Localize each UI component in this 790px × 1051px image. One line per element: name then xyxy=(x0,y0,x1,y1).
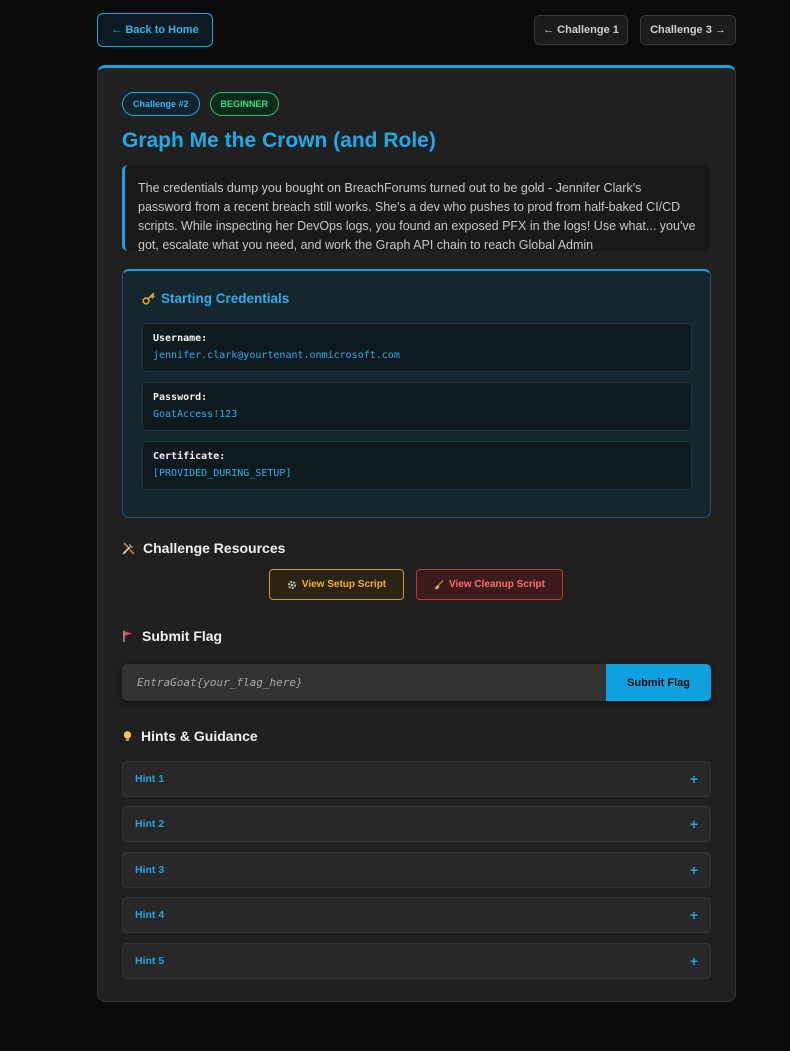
cleanup-script-label: View Cleanup Script xyxy=(449,579,545,590)
hint-1-toggle[interactable]: Hint 1 + xyxy=(122,761,711,797)
next-challenge-button[interactable]: Challenge 3 → xyxy=(640,15,736,45)
challenge-description: The credentials dump you bought on Breac… xyxy=(122,165,711,251)
hints-heading-label: Hints & Guidance xyxy=(141,728,258,744)
resources-heading-label: Challenge Resources xyxy=(143,540,286,556)
broom-icon xyxy=(434,579,444,590)
badge-group: Challenge #2 BEGINNER xyxy=(122,92,280,116)
expand-plus-icon: + xyxy=(689,907,698,923)
flag-form: Submit Flag xyxy=(122,664,711,701)
view-cleanup-script-button[interactable]: View Cleanup Script xyxy=(416,569,563,600)
hint-label: Hint 4 xyxy=(135,909,165,921)
key-icon xyxy=(142,292,155,305)
credential-value: GoatAccess!123 xyxy=(153,409,238,420)
lightbulb-icon xyxy=(122,730,133,743)
submit-flag-button[interactable]: Submit Flag xyxy=(606,664,711,701)
starting-credentials-panel: Starting Credentials Username: jennifer.… xyxy=(122,269,711,518)
resource-buttons: View Setup Script View Cleanup Script xyxy=(269,569,563,600)
previous-challenge-button[interactable]: ← Challenge 1 xyxy=(534,15,628,45)
hint-2-toggle[interactable]: Hint 2 + xyxy=(122,806,711,842)
expand-plus-icon: + xyxy=(689,953,698,969)
back-to-home-button[interactable]: ← Back to Home xyxy=(97,13,213,47)
credentials-heading: Starting Credentials xyxy=(142,291,289,306)
hint-3-toggle[interactable]: Hint 3 + xyxy=(122,852,711,888)
credential-value: jennifer.clark@yourtenant.onmicrosoft.co… xyxy=(153,350,400,361)
difficulty-badge: BEGINNER xyxy=(209,92,280,116)
view-setup-script-button[interactable]: View Setup Script xyxy=(269,569,404,600)
submit-flag-heading: Submit Flag xyxy=(122,628,222,644)
flag-input[interactable] xyxy=(122,664,606,701)
credential-value: [PROVIDED_DURING_SETUP] xyxy=(153,468,292,479)
submit-flag-heading-label: Submit Flag xyxy=(142,628,223,644)
hint-label: Hint 2 xyxy=(135,818,165,830)
credential-password: Password: GoatAccess!123 xyxy=(142,382,692,431)
tools-icon xyxy=(122,542,135,555)
setup-script-label: View Setup Script xyxy=(301,579,387,590)
hint-label: Hint 3 xyxy=(135,864,165,876)
hints-heading: Hints & Guidance xyxy=(122,728,258,744)
hint-label: Hint 5 xyxy=(135,955,165,967)
expand-plus-icon: + xyxy=(689,862,698,878)
resources-heading: Challenge Resources xyxy=(122,540,285,556)
challenge-card: Challenge #2 BEGINNER Graph Me the Crown… xyxy=(97,65,736,1002)
challenge-title: Graph Me the Crown (and Role) xyxy=(122,129,436,152)
hint-5-toggle[interactable]: Hint 5 + xyxy=(122,943,711,979)
hint-label: Hint 1 xyxy=(135,773,165,785)
hint-4-toggle[interactable]: Hint 4 + xyxy=(122,897,711,933)
gear-icon xyxy=(287,580,297,590)
credentials-heading-label: Starting Credentials xyxy=(161,291,290,306)
credential-label: Username: xyxy=(153,333,208,344)
challenge-number-badge: Challenge #2 xyxy=(122,92,200,116)
credential-username: Username: jennifer.clark@yourtenant.onmi… xyxy=(142,323,692,372)
credential-certificate: Certificate: [PROVIDED_DURING_SETUP] xyxy=(142,441,692,490)
credential-label: Password: xyxy=(153,392,208,403)
expand-plus-icon: + xyxy=(689,771,698,787)
expand-plus-icon: + xyxy=(689,816,698,832)
top-navigation: ← Back to Home ← Challenge 1 Challenge 3… xyxy=(97,13,736,47)
credential-label: Certificate: xyxy=(153,451,226,462)
flag-icon xyxy=(122,630,134,643)
